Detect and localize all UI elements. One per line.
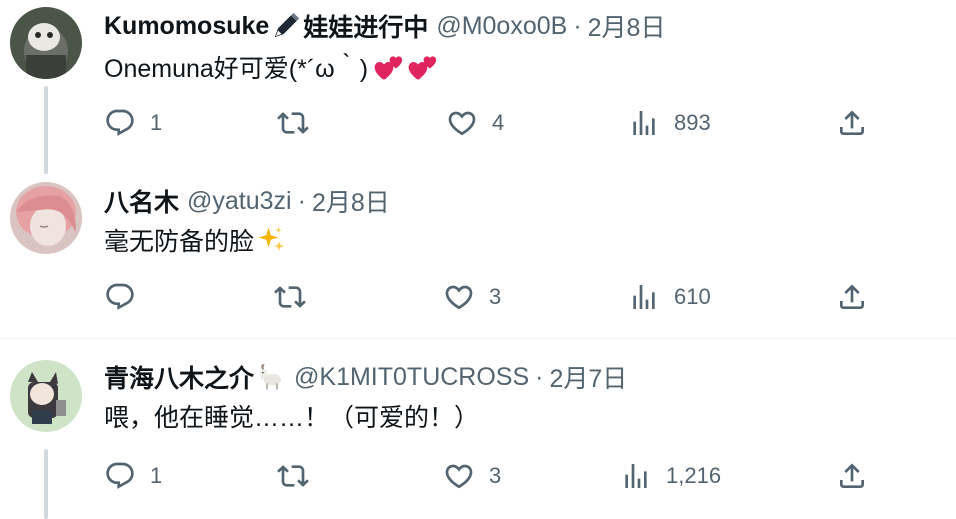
views-count: 1,216	[666, 463, 722, 488]
reply-header: 青海八木之介 @K1MIT0TUCROSS · 2月7日	[104, 359, 627, 395]
timestamp[interactable]: 2月7日	[549, 359, 627, 395]
views-icon	[628, 281, 660, 313]
share-button[interactable]	[836, 103, 868, 143]
reply-button[interactable]	[104, 277, 150, 317]
reply-button[interactable]: 1	[104, 456, 162, 496]
like-count: 4	[492, 110, 505, 135]
views-button[interactable]: 893	[628, 103, 711, 143]
avatar[interactable]	[10, 182, 82, 254]
views-count: 893	[674, 110, 711, 135]
reply-header: 八名木 @yatu3zi · 2月8日	[104, 183, 390, 219]
author-name[interactable]: 青海八木之介	[104, 359, 254, 395]
retweet-icon	[277, 107, 309, 139]
reply-text-content: 毫无防备的脸	[104, 228, 255, 256]
sparkles-icon	[256, 225, 286, 255]
timestamp[interactable]: 2月8日	[312, 183, 390, 219]
reply-text: 喂，他在睡觉……！（可爱的！）	[104, 398, 479, 434]
action-bar: 1 4 893	[0, 103, 956, 143]
reply-icon	[104, 281, 136, 313]
views-icon	[620, 460, 652, 492]
heart-icon	[446, 107, 478, 139]
like-count: 3	[489, 463, 502, 488]
avatar-image	[10, 7, 82, 79]
pen-icon	[271, 11, 301, 41]
reply-text-content: 喂，他在睡觉……！（可爱的！）	[104, 404, 480, 432]
like-button[interactable]: 4	[446, 103, 504, 143]
retweet-icon	[277, 460, 309, 492]
heart-icon	[443, 281, 475, 313]
share-icon	[836, 107, 868, 139]
views-count: 610	[674, 284, 711, 309]
reply-item[interactable]: 八名木 @yatu3zi · 2月8日 毫无防备的脸 3 610	[0, 166, 956, 338]
separator: ·	[573, 11, 582, 40]
like-button[interactable]: 3	[443, 277, 501, 317]
goat-icon	[256, 362, 286, 392]
reply-item[interactable]: 青海八木之介 @K1MIT0TUCROSS · 2月7日 喂，他在睡觉……！（可…	[0, 339, 956, 519]
share-icon	[836, 460, 868, 492]
avatar[interactable]	[10, 360, 82, 432]
retweet-button[interactable]	[277, 103, 323, 143]
avatar[interactable]	[10, 7, 82, 79]
reply-icon	[104, 107, 136, 139]
action-bar: 1 3 1,216	[0, 456, 956, 496]
author-name[interactable]: 八名木	[104, 183, 179, 219]
author-handle[interactable]: @M0oxo0B	[436, 12, 567, 41]
reply-item[interactable]: Kumomosuke 娃娃进行中 @M0oxo0B · 2月8日 Onemuna…	[0, 0, 956, 174]
separator: ·	[535, 362, 544, 391]
two-hearts-icon	[374, 52, 404, 82]
reply-button[interactable]: 1	[104, 103, 162, 143]
action-bar: 3 610	[0, 277, 956, 317]
timestamp[interactable]: 2月8日	[588, 8, 666, 44]
reply-header: Kumomosuke 娃娃进行中 @M0oxo0B · 2月8日	[104, 8, 665, 44]
retweet-button[interactable]	[274, 277, 320, 317]
author-name[interactable]: Kumomosuke	[104, 12, 269, 41]
retweet-button[interactable]	[277, 456, 323, 496]
retweet-icon	[274, 281, 306, 313]
like-button[interactable]: 3	[443, 456, 501, 496]
author-handle[interactable]: @yatu3zi	[187, 187, 292, 216]
heart-icon	[443, 460, 475, 492]
reply-count: 1	[150, 110, 163, 135]
share-button[interactable]	[836, 277, 868, 317]
views-button[interactable]: 1,216	[620, 456, 721, 496]
two-hearts-icon	[408, 52, 438, 82]
reply-icon	[104, 460, 136, 492]
author-handle[interactable]: @K1MIT0TUCROSS	[294, 363, 529, 392]
reply-text: Onemuna好可爱(*´ω｀)	[104, 49, 438, 85]
avatar-image	[10, 182, 82, 254]
author-name-suffix[interactable]: 娃娃进行中	[303, 8, 428, 44]
share-icon	[836, 281, 868, 313]
reply-count: 1	[150, 463, 163, 488]
reply-text-content: Onemuna好可爱(*´ω｀)	[104, 55, 369, 83]
avatar-image	[10, 360, 82, 432]
like-count: 3	[489, 284, 502, 309]
views-button[interactable]: 610	[628, 277, 711, 317]
views-icon	[628, 107, 660, 139]
reply-text: 毫无防备的脸	[104, 222, 286, 258]
separator: ·	[297, 186, 306, 215]
share-button[interactable]	[836, 456, 868, 496]
